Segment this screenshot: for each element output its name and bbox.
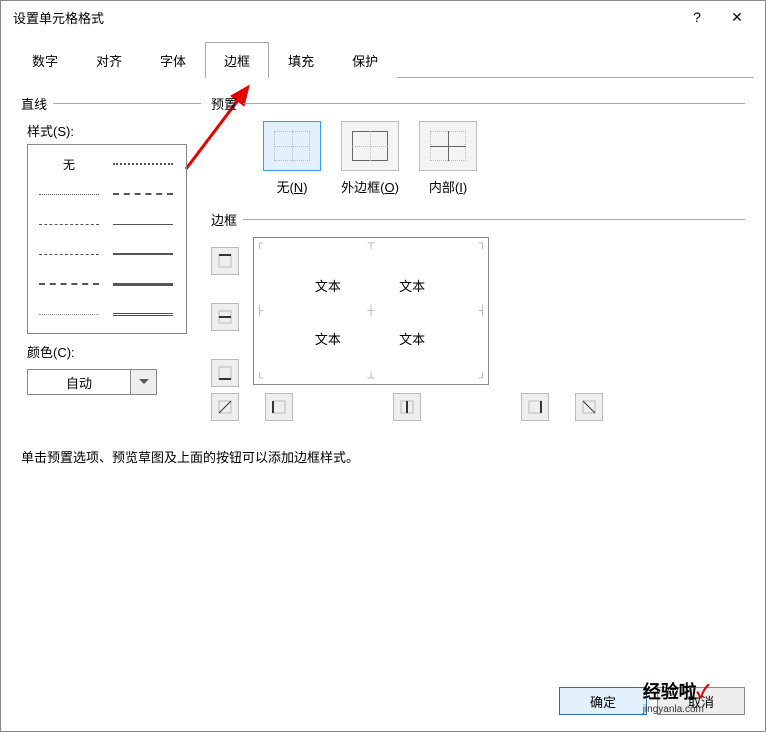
border-bottom-button[interactable] [211, 359, 239, 387]
preset-inside-button[interactable] [419, 121, 477, 171]
preset-group-text: 预置 [211, 94, 237, 113]
border-area: ┌ ┐ └ ┘ ┬ ┴ ├ ┤ ┼ 文本 文本 文本 文本 [211, 237, 745, 421]
preset-none-button[interactable] [263, 121, 321, 171]
line-style-option[interactable] [33, 211, 105, 237]
line-panel: 直线 样式(S): 无 颜色(C): 自动 [21, 94, 201, 395]
border-group-label: 边框 [211, 210, 745, 229]
line-style-list[interactable]: 无 [27, 144, 187, 334]
tab-number[interactable]: 数字 [13, 42, 77, 78]
preview-text: 文本 [399, 329, 425, 348]
border-top-button[interactable] [211, 247, 239, 275]
tab-protect[interactable]: 保护 [333, 42, 397, 78]
tab-align[interactable]: 对齐 [77, 42, 141, 78]
line-style-option[interactable] [107, 181, 179, 207]
line-style-option[interactable] [107, 151, 179, 177]
line-style-none[interactable]: 无 [33, 151, 105, 177]
preset-row: 无(N) 外边框(O) 内部(I) [263, 121, 745, 196]
close-button[interactable]: ✕ [717, 3, 757, 31]
color-label: 颜色(C): [27, 342, 201, 361]
chevron-down-icon [130, 370, 156, 394]
border-right-button[interactable] [521, 393, 549, 421]
border-vmid-button[interactable] [393, 393, 421, 421]
tab-fill[interactable]: 填充 [269, 42, 333, 78]
titlebar: 设置单元格格式 ? ✕ [1, 1, 765, 33]
preset-none-label: 无(N) [276, 177, 307, 196]
line-style-option[interactable] [33, 241, 105, 267]
border-diag-up-button[interactable] [211, 393, 239, 421]
border-preview[interactable]: ┌ ┐ └ ┘ ┬ ┴ ├ ┤ ┼ 文本 文本 文本 文本 [253, 237, 489, 385]
line-group-label: 直线 [21, 94, 201, 113]
color-dropdown[interactable]: 自动 [27, 369, 157, 395]
preview-text: 文本 [315, 329, 341, 348]
preset-inside-label: 内部(I) [429, 177, 467, 196]
preset-outline-button[interactable] [341, 121, 399, 171]
border-group-text: 边框 [211, 210, 237, 229]
border-bottom-buttons [211, 393, 745, 421]
dialog-title: 设置单元格格式 [13, 8, 677, 27]
preset-group-label: 预置 [211, 94, 745, 113]
line-style-option[interactable] [33, 181, 105, 207]
border-side-buttons [211, 247, 239, 387]
line-style-option[interactable] [107, 211, 179, 237]
hint-text: 单击预置选项、预览草图及上面的按钮可以添加边框样式。 [21, 421, 745, 466]
line-style-option[interactable] [107, 241, 179, 267]
border-left-button[interactable] [265, 393, 293, 421]
line-group-text: 直线 [21, 94, 47, 113]
help-button[interactable]: ? [677, 3, 717, 31]
cancel-button[interactable]: 取消 [657, 687, 745, 715]
divider-icon [243, 219, 745, 220]
preset-inside-icon [430, 131, 466, 161]
preset-none-icon [274, 131, 310, 161]
line-style-option[interactable] [107, 271, 179, 297]
ok-button[interactable]: 确定 [559, 687, 647, 715]
dialog: 设置单元格格式 ? ✕ 数字 对齐 字体 边框 填充 保护 直线 样式(S): … [0, 0, 766, 732]
line-style-option[interactable] [33, 301, 105, 327]
preset-outline-label: 外边框(O) [341, 177, 399, 196]
style-label: 样式(S): [27, 121, 201, 140]
tabs: 数字 对齐 字体 边框 填充 保护 [13, 41, 753, 78]
preview-text: 文本 [399, 276, 425, 295]
divider-icon [243, 103, 745, 104]
footer: 确定 取消 [559, 687, 745, 715]
tab-border[interactable]: 边框 [205, 42, 269, 78]
color-value: 自动 [28, 373, 130, 392]
preview-text: 文本 [315, 276, 341, 295]
tab-font[interactable]: 字体 [141, 42, 205, 78]
border-diag-down-button[interactable] [575, 393, 603, 421]
border-hmid-button[interactable] [211, 303, 239, 331]
preset-outline-icon [352, 131, 388, 161]
line-style-option[interactable] [33, 271, 105, 297]
right-panel: 预置 无(N) 外边框(O) [211, 94, 745, 421]
divider-icon [53, 103, 201, 104]
content: 直线 样式(S): 无 颜色(C): 自动 [1, 78, 765, 466]
line-style-option[interactable] [107, 301, 179, 327]
